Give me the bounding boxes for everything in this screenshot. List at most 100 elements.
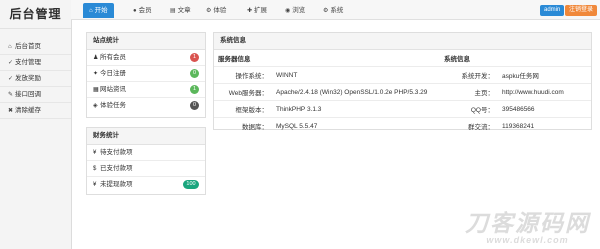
stat-label: 今日注册 (100, 70, 126, 77)
tab-browse[interactable]: ◉ 浏览 (279, 3, 311, 18)
panel-title: 站点统计 (87, 33, 205, 50)
tab-label: 开始 (94, 7, 108, 14)
cell-value: Apache/2.4.18 (Win32) OpenSSL/1.0.2e PHP… (272, 83, 440, 101)
stat-label: 网站资讯 (100, 86, 126, 93)
site-stats-panel: 站点统计 ♟ 所有会员 1 ✦ 今日注册 0 ▦网站资讯 1 ◈ 体验任务 0 (86, 32, 206, 118)
admin-button[interactable]: admin (540, 5, 565, 16)
stat-row-tasks[interactable]: ◈ 体验任务 0 (87, 98, 205, 113)
column-header: 服务器信息 (214, 50, 272, 67)
table-header-row: 服务器信息 系统信息 (214, 50, 591, 67)
sidebar-item-home[interactable]: ⌂ 后台首页 (0, 39, 71, 55)
reward-icon: ✓ (8, 76, 14, 82)
finance-stats-panel: 财务统计 ¥ 待支付款项 $ 已支付款项 ¥ 未提现款项 100 (86, 127, 206, 195)
sidebar-item-label: 清除缓存 (15, 107, 41, 114)
home-icon: ⌂ (89, 8, 93, 14)
sidebar-item-label: 支付管理 (15, 59, 41, 66)
panel-title: 系统信息 (214, 33, 591, 50)
tab-experience[interactable]: ⚙ 体验 (200, 3, 232, 18)
cell-value: ThinkPHP 3.1.3 (272, 100, 440, 118)
tab-label: 系统 (330, 7, 344, 14)
stat-label: 所有会员 (100, 54, 126, 61)
app-logo: 后台管理 (0, 0, 71, 29)
tab-label: 体验 (213, 7, 227, 14)
home-icon: ⌂ (8, 44, 12, 50)
sidebar-item-label: 后台首页 (15, 43, 41, 50)
count-badge: 0 (190, 69, 199, 78)
yen-icon: ¥ (93, 182, 97, 188)
sidebar-item-label: 发放奖励 (15, 75, 41, 82)
logout-button[interactable]: 注销登录 (565, 5, 598, 16)
tab-label: 会员 (138, 7, 152, 14)
cell-label: 数据库： (242, 124, 268, 131)
finance-label: 已支付款项 (100, 165, 133, 172)
watermark-url: www.dkewl.com (486, 235, 569, 245)
finance-row-pending[interactable]: ¥ 待支付款项 (87, 145, 205, 161)
tab-articles[interactable]: ▤ 文章 (164, 3, 197, 18)
cell-label: 框架版本： (214, 100, 272, 118)
table-row: 操作系统： WINNT 系统开发： aspku任务网 (214, 66, 591, 84)
count-badge: 1 (190, 85, 199, 94)
cell-value: WINNT (272, 66, 440, 84)
globe-icon: ▦ (93, 87, 99, 93)
settings-icon: ⚙ (323, 8, 329, 14)
count-badge: 1 (190, 53, 199, 62)
sidebar-item-callback[interactable]: ✎ 接口回调 (0, 87, 71, 103)
stat-row-today-register[interactable]: ✦ 今日注册 0 (87, 66, 205, 82)
system-info-panel: 系统信息 服务器信息 系统信息 操作系统： WINNT 系统开发： aspku任… (213, 32, 592, 131)
tab-extensions[interactable]: ✚ 扩展 (241, 3, 273, 18)
cell-label: 操作系统： (214, 66, 272, 84)
table-row: 数据库： MySQL 5.5.47 群交流： 119368241 (214, 118, 591, 135)
homepage-link[interactable]: http://www.huudi.com (498, 83, 591, 101)
close-icon: ✖ (8, 108, 14, 114)
watermark-text: 刀客源码网 (465, 210, 590, 236)
users-icon: ♟ (93, 55, 99, 61)
sidebar-item-reward[interactable]: ✓ 发放奖励 (0, 71, 71, 87)
stat-label: 体验任务 (100, 102, 126, 109)
gear-icon: ⚙ (206, 8, 212, 14)
sidebar: 后台管理 ⌂ 后台首页 ✓ 支付管理 ✓ 发放奖励 ✎ 接口回调 ✖ 清除缓存 (0, 0, 72, 249)
finance-row-paid[interactable]: $ 已支付款项 (87, 161, 205, 177)
cell-label: 主页： (440, 83, 498, 101)
top-nav: ⌂ 开始 ● 会员 ▤ 文章 ⚙ 体验 ✚ 扩展 ◉ 浏览 ⚙ 系统 admin 注销登录 (71, 0, 600, 20)
tab-system[interactable]: ⚙ 系统 (317, 3, 349, 18)
table-row: 框架版本： ThinkPHP 3.1.3 QQ号： 395486566 (214, 100, 591, 118)
system-info-table: 服务器信息 系统信息 操作系统： WINNT 系统开发： aspku任务网 We… (214, 50, 591, 134)
cell-value: 119368241 (502, 122, 535, 130)
stat-row-site-news[interactable]: ▦网站资讯 1 (87, 82, 205, 98)
cell-value: MySQL 5.5.47 (276, 122, 318, 130)
cell-value: 395486566 (498, 100, 591, 118)
cell-label: 系统开发： (440, 66, 498, 84)
cell-value: aspku任务网 (498, 66, 591, 84)
finance-label: 未提现款项 (100, 181, 133, 188)
link-icon: ✎ (8, 92, 14, 98)
stat-row-all-members[interactable]: ♟ 所有会员 1 (87, 50, 205, 66)
dollar-icon: $ (93, 166, 97, 172)
panel-title: 财务统计 (87, 128, 205, 145)
cell-label: Web服务器： (214, 83, 272, 101)
cell-label: 群交流： (468, 124, 494, 131)
finance-row-unwithdrawn[interactable]: ¥ 未提现款项 100 (87, 177, 205, 192)
gamepad-icon: ◈ (93, 103, 98, 109)
column-header: 系统信息 (440, 50, 498, 67)
amount-badge: 100 (183, 180, 199, 189)
tab-label: 文章 (177, 7, 191, 14)
count-badge: 0 (190, 101, 199, 110)
table-row: Web服务器： Apache/2.4.18 (Win32) OpenSSL/1.… (214, 83, 591, 101)
watermark: 刀客源码网 www.dkewl.com (465, 211, 590, 245)
sun-icon: ✦ (93, 71, 99, 77)
tab-label: 浏览 (292, 7, 306, 14)
cell-label: QQ号： (440, 100, 498, 118)
tab-label: 扩展 (254, 7, 268, 14)
finance-label: 待支付款项 (100, 149, 133, 156)
puzzle-icon: ✚ (247, 8, 253, 14)
tab-members[interactable]: ● 会员 (127, 3, 158, 18)
sidebar-item-clear-cache[interactable]: ✖ 清除缓存 (0, 103, 71, 119)
yen-icon: ¥ (93, 150, 97, 156)
eye-icon: ◉ (285, 8, 291, 14)
tab-start[interactable]: ⌂ 开始 (83, 3, 114, 18)
sidebar-item-label: 接口回调 (15, 91, 41, 98)
user-icon: ● (133, 8, 137, 14)
cart-icon: ✓ (8, 60, 14, 66)
document-icon: ▤ (170, 8, 176, 14)
sidebar-item-payment[interactable]: ✓ 支付管理 (0, 55, 71, 71)
